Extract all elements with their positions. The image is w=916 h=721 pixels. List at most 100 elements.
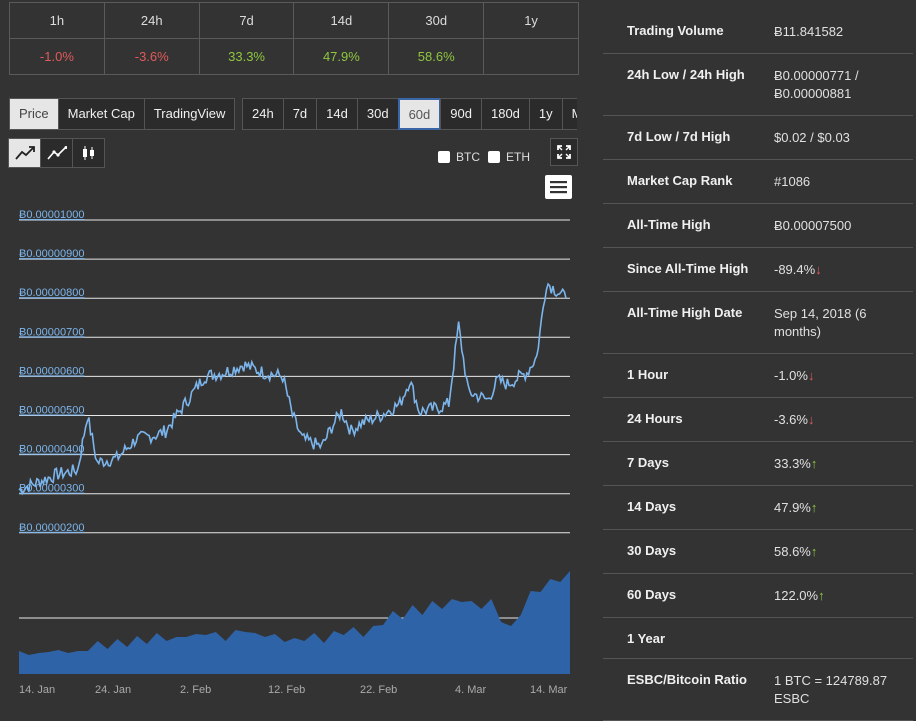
line-chart-icon: [14, 146, 35, 160]
stat-row: ESBC/Bitcoin Ratio 1 BTC = 124789.87 ESBC: [603, 659, 913, 721]
compare-eth-checkbox[interactable]: ETH: [488, 150, 530, 164]
y-axis-labels: Ƀ0.00001000 Ƀ0.00000900 Ƀ0.00000800 Ƀ0.0000…: [19, 209, 84, 534]
change-header-row: 1h 24h 7d 14d 30d 1y: [9, 2, 579, 39]
change-value-14d: 47.9%: [293, 38, 390, 75]
y-tick-label: Ƀ0.00000600: [19, 365, 84, 377]
y-tick-label: Ƀ0.00000200: [19, 522, 84, 534]
stat-label: ESBC/Bitcoin Ratio: [627, 672, 747, 687]
stat-row: 7 Days 33.3%↑: [603, 442, 913, 486]
tab-tradingview[interactable]: TradingView: [143, 98, 236, 130]
stat-label: 7d Low / 7d High: [627, 129, 731, 144]
price-change-table: 1h 24h 7d 14d 30d 1y -1.0% -3.6% 33.3% 4…: [9, 2, 579, 75]
arrow-up-icon: ↑: [810, 544, 818, 559]
stat-row: 1 Hour -1.0%↓: [603, 354, 913, 398]
compare-btc-checkbox[interactable]: BTC: [438, 150, 480, 164]
stat-row: Since All-Time High -89.4%↓: [603, 248, 913, 292]
stat-value: -89.4%↓: [774, 262, 822, 277]
range-24h[interactable]: 24h: [242, 98, 284, 130]
price-line: [18, 282, 567, 496]
price-line-series: [18, 282, 567, 496]
range-180d[interactable]: 180d: [480, 98, 530, 130]
stat-row: 7d Low / 7d High $0.02 / $0.03: [603, 116, 913, 160]
stat-row: 1 Year: [603, 618, 913, 659]
chart-gridlines: [19, 219, 570, 619]
change-header-7d: 7d: [198, 2, 295, 39]
hamburger-menu-icon: [550, 181, 567, 194]
volume-series: [19, 571, 570, 674]
stat-label: 7 Days: [627, 455, 669, 470]
change-value-24h: -3.6%: [103, 38, 200, 75]
change-value-30d: 58.6%: [388, 38, 485, 75]
line-chart-button[interactable]: [8, 138, 41, 168]
x-tick-label: 14. Mar: [530, 684, 568, 696]
change-value-7d: 33.3%: [198, 38, 295, 75]
range-1y[interactable]: 1y: [528, 98, 563, 130]
btc-checkbox-box[interactable]: [438, 151, 450, 163]
stat-row: 60 Days 122.0%↑: [603, 574, 913, 618]
change-value-1h: -1.0%: [9, 38, 105, 75]
stat-label: 30 Days: [627, 543, 677, 558]
price-chart[interactable]: Ƀ0.00001000 Ƀ0.00000900 Ƀ0.00000800 Ƀ0.0000…: [0, 196, 580, 696]
x-tick-label: 2. Feb: [180, 684, 211, 696]
stat-label: 1 Year: [627, 631, 666, 646]
range-max[interactable]: Max: [561, 98, 577, 130]
x-axis-labels: 14. Jan 24. Jan 2. Feb 12. Feb 22. Feb 4. Mar…: [19, 684, 568, 696]
change-header-1h: 1h: [9, 2, 105, 39]
y-tick-label: Ƀ0.00000900: [19, 248, 84, 260]
ohlc-chart-button[interactable]: [40, 138, 73, 168]
stat-value: 122.0%↑: [774, 588, 825, 603]
eth-checkbox-label: ETH: [506, 150, 530, 164]
x-tick-label: 12. Feb: [268, 684, 305, 696]
stat-label: Trading Volume: [627, 23, 724, 38]
stat-value: 58.6%↑: [774, 544, 818, 559]
range-90d[interactable]: 90d: [440, 98, 482, 130]
stat-label: All-Time High: [627, 217, 711, 232]
stat-value: 33.3%↑: [774, 456, 818, 471]
y-tick-label: Ƀ0.00000800: [19, 287, 84, 299]
stat-label: 14 Days: [627, 499, 677, 514]
stat-label: Market Cap Rank: [627, 173, 733, 188]
ohlc-chart-icon: [46, 146, 67, 160]
candlestick-button[interactable]: [72, 138, 105, 168]
stat-value: [774, 631, 913, 646]
stat-value: Ƀ0.00007500: [774, 218, 852, 233]
tab-market-cap[interactable]: Market Cap: [57, 98, 145, 130]
arrow-down-icon: ↓: [815, 262, 822, 277]
y-tick-label: Ƀ0.00001000: [19, 209, 84, 221]
expand-button[interactable]: [550, 138, 578, 166]
x-tick-label: 22. Feb: [360, 684, 397, 696]
change-value-row: -1.0% -3.6% 33.3% 47.9% 58.6%: [9, 38, 579, 75]
change-header-24h: 24h: [103, 2, 200, 39]
btc-checkbox-label: BTC: [456, 150, 480, 164]
range-14d[interactable]: 14d: [316, 98, 358, 130]
x-tick-label: 4. Mar: [455, 684, 487, 696]
eth-checkbox-box[interactable]: [488, 151, 500, 163]
range-7d[interactable]: 7d: [282, 98, 318, 130]
stat-row: All-Time High Ƀ0.00007500: [603, 204, 913, 248]
change-value-1y: [483, 38, 579, 75]
stat-value: #1086: [774, 174, 811, 189]
x-tick-label: 24. Jan: [95, 684, 131, 696]
stat-value: Sep 14, 2018 (6 months): [774, 306, 867, 339]
stat-label: 60 Days: [627, 587, 677, 602]
chart-type-group: [8, 138, 105, 168]
arrow-up-icon: ↑: [810, 500, 818, 515]
volume-area: [19, 571, 570, 674]
y-tick-label: Ƀ0.00000300: [19, 483, 84, 495]
x-tick-label: 14. Jan: [19, 684, 55, 696]
stat-row: Trading Volume Ƀ11.841582: [603, 10, 913, 54]
arrow-up-icon: ↑: [810, 456, 818, 471]
change-header-30d: 30d: [388, 2, 485, 39]
range-60d[interactable]: 60d: [397, 98, 442, 130]
range-30d[interactable]: 30d: [356, 98, 399, 130]
stat-label: 24 Hours: [627, 411, 683, 426]
arrow-down-icon: ↓: [807, 412, 815, 427]
stat-label: 24h Low / 24h High: [627, 67, 745, 82]
stat-value: -3.6%↓: [774, 412, 815, 427]
stat-row: 24 Hours -3.6%↓: [603, 398, 913, 442]
stat-label: Since All-Time High: [627, 261, 749, 276]
candlestick-icon: [82, 146, 94, 160]
stat-row: Market Cap Rank #1086: [603, 160, 913, 204]
tab-price[interactable]: Price: [9, 98, 59, 130]
change-header-1y: 1y: [483, 2, 579, 39]
